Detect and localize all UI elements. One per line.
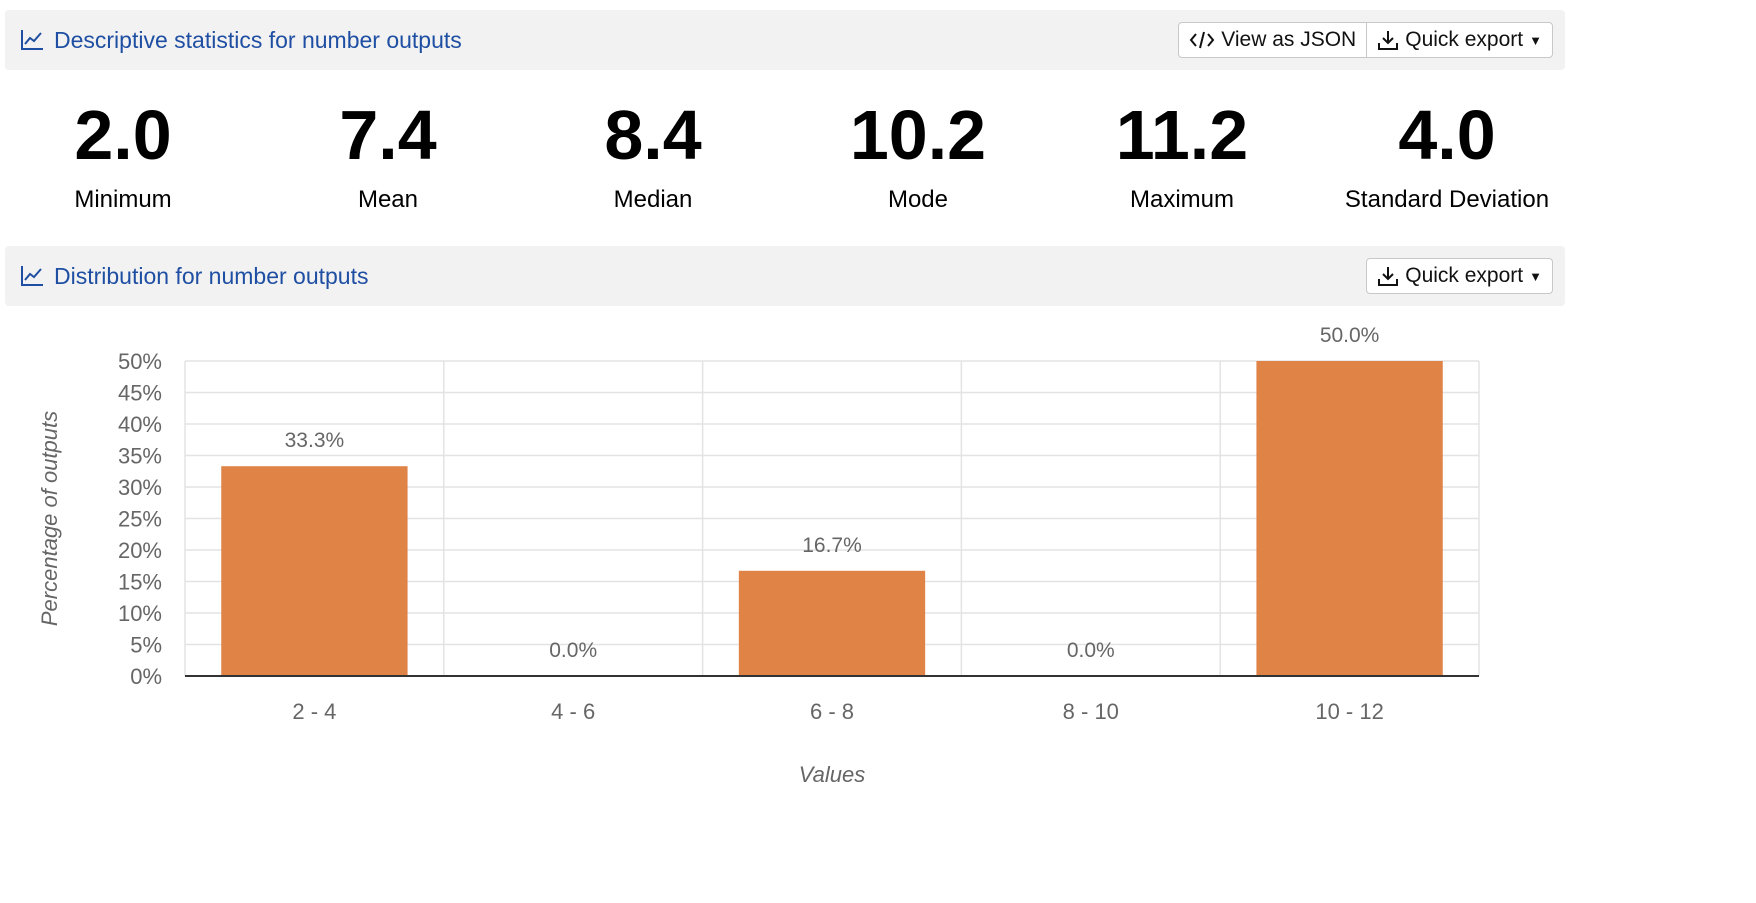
stat-label: Minimum: [74, 186, 172, 213]
y-tick-label: 35%: [118, 444, 162, 469]
stat-standard-deviation: 4.0 Standard Deviation: [1315, 90, 1579, 214]
stat-label: Standard Deviation: [1344, 186, 1550, 213]
download-icon: [1378, 31, 1399, 50]
stat-value: 11.2: [1115, 96, 1249, 174]
x-tick-label: 2 - 4: [292, 699, 336, 724]
stat-value: 8.4: [604, 96, 702, 174]
code-icon: [1189, 31, 1215, 49]
x-tick-label: 8 - 10: [1063, 699, 1119, 724]
distribution-panel-header: Distribution for number outputs Quick ex…: [5, 246, 1565, 306]
distribution-panel-title-wrap: Distribution for number outputs: [20, 246, 369, 306]
x-axis-title: Values: [799, 762, 865, 787]
y-tick-label: 0%: [130, 664, 162, 689]
stat-value: 7.4: [339, 96, 437, 174]
stat-mode: 10.2 Mode: [786, 90, 1050, 214]
stat-maximum: 11.2 Maximum: [1050, 90, 1314, 214]
stat-minimum: 2.0 Minimum: [0, 90, 255, 214]
y-tick-label: 25%: [118, 507, 162, 532]
distribution-quick-export-button[interactable]: Quick export ▼: [1366, 258, 1553, 294]
stat-value: 10.2: [849, 96, 987, 174]
line-chart-icon: [21, 266, 43, 286]
download-icon: [1378, 267, 1399, 286]
y-tick-label: 50%: [118, 349, 162, 374]
y-tick-label: 40%: [118, 412, 162, 437]
stat-label: Median: [613, 186, 693, 213]
chevron-down-icon: ▼: [1529, 268, 1542, 284]
stats-actions: View as JSON Quick export ▼: [1178, 22, 1553, 58]
data-label: 0.0%: [1067, 639, 1115, 662]
line-chart-icon: [21, 30, 43, 50]
stat-label: Maximum: [1129, 186, 1234, 213]
bar[interactable]: [1256, 361, 1443, 676]
stats-quick-export-button[interactable]: Quick export ▼: [1366, 22, 1553, 58]
stat-median: 8.4 Median: [521, 90, 785, 214]
y-tick-label: 30%: [118, 475, 162, 500]
stats-row: 2.0 Minimum 7.4 Mean 8.4 Median 10.2 Mod…: [0, 90, 1580, 230]
stat-label: Mean: [357, 186, 419, 213]
x-tick-label: 6 - 8: [810, 699, 854, 724]
data-label: 0.0%: [549, 639, 597, 662]
view-as-json-button[interactable]: View as JSON: [1178, 22, 1368, 58]
stat-value: 4.0: [1398, 96, 1496, 174]
y-tick-label: 10%: [118, 601, 162, 626]
stats-panel-title-wrap: Descriptive statistics for number output…: [20, 10, 462, 70]
data-label: 33.3%: [285, 429, 345, 452]
stat-value: 2.0: [74, 96, 172, 174]
stats-panel-header: Descriptive statistics for number output…: [5, 10, 1565, 70]
data-label: 50.0%: [1320, 324, 1380, 347]
distribution-chart: 0% 5% 10% 15% 20% 25% 30% 35% 40% 45% 50% 33.3% 2 - …: [37, 324, 1480, 787]
y-tick-label: 15%: [118, 570, 162, 595]
stats-quick-export-label: Quick export: [1405, 28, 1524, 51]
bar[interactable]: [221, 466, 408, 676]
distribution-panel-title: Distribution for number outputs: [54, 262, 369, 289]
y-tick-label: 5%: [130, 633, 162, 658]
y-tick-label: 20%: [118, 538, 162, 563]
stats-panel-title: Descriptive statistics for number output…: [54, 26, 462, 53]
stat-mean: 7.4 Mean: [256, 90, 520, 214]
x-tick-label: 10 - 12: [1315, 699, 1384, 724]
view-as-json-label: View as JSON: [1221, 28, 1357, 51]
stat-label: Mode: [887, 186, 949, 213]
chevron-down-icon: ▼: [1529, 32, 1542, 48]
x-tick-label: 4 - 6: [551, 699, 595, 724]
bar[interactable]: [738, 570, 926, 676]
y-axis-title: Percentage of outputs: [37, 411, 62, 626]
y-tick-label: 45%: [118, 381, 162, 406]
data-label: 16.7%: [802, 534, 862, 557]
distribution-quick-export-label: Quick export: [1405, 264, 1524, 287]
distribution-actions: Quick export ▼: [1366, 258, 1553, 294]
